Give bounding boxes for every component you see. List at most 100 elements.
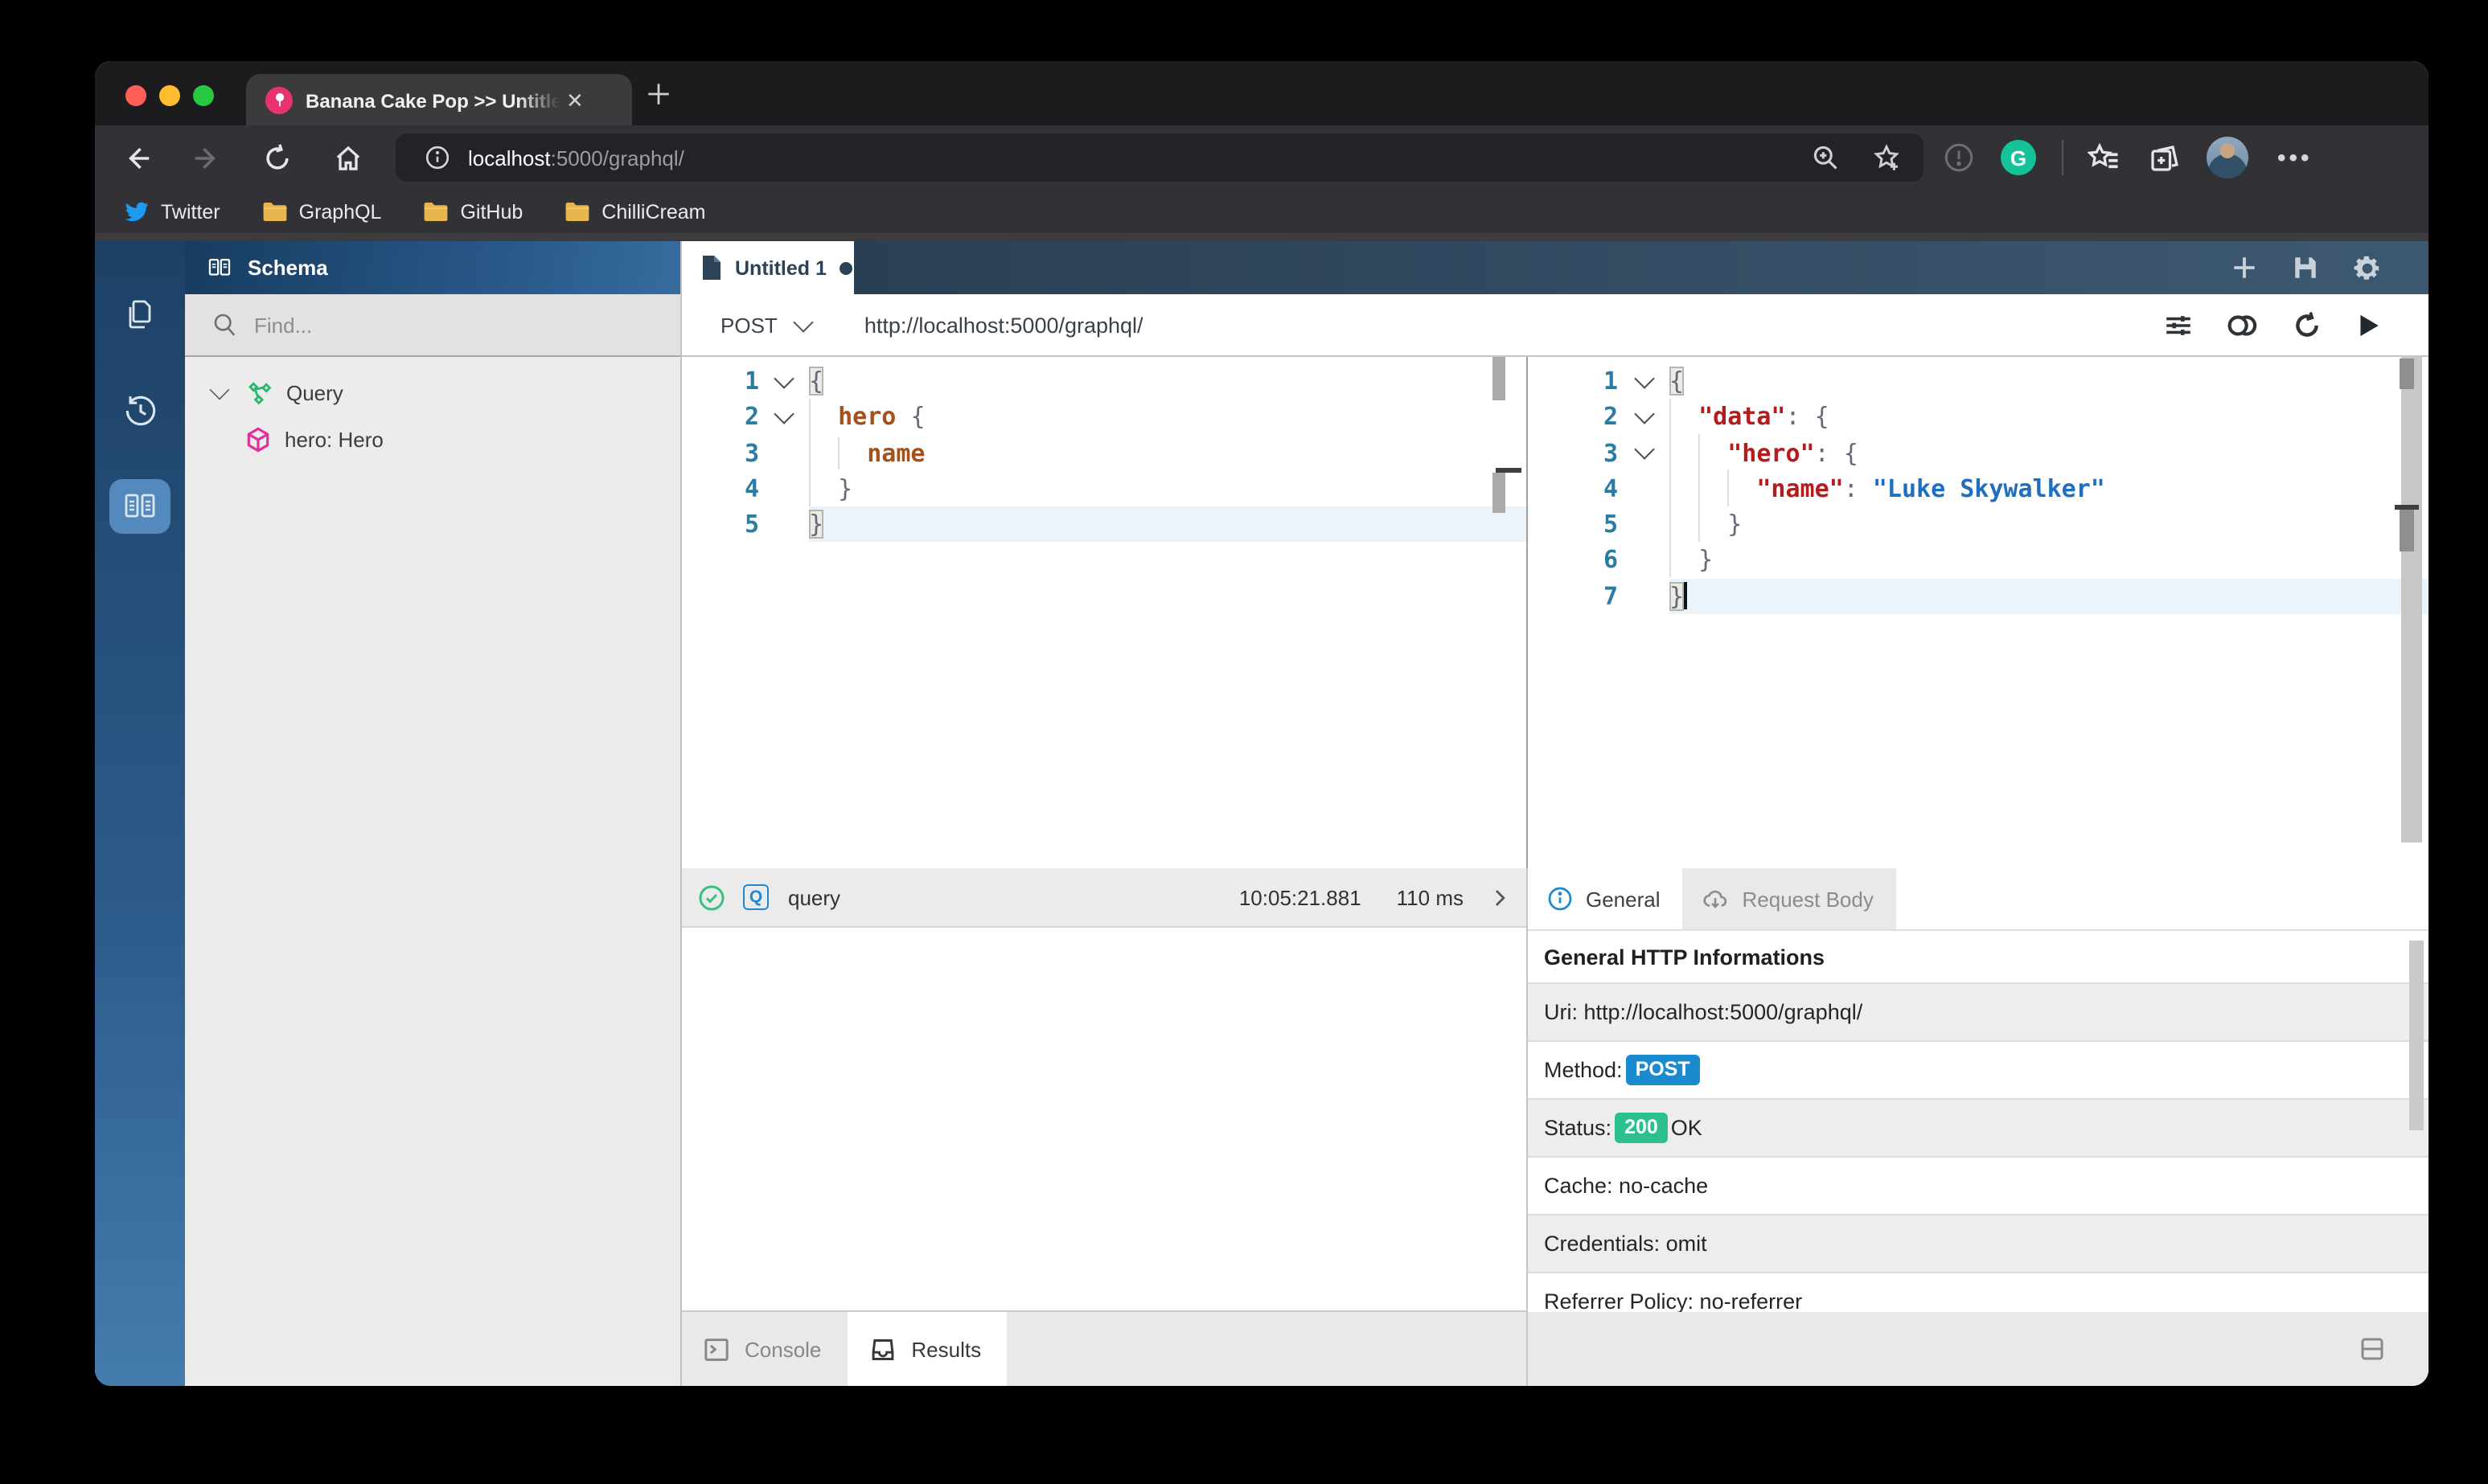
http-method-select[interactable]: POST [721,313,778,337]
refresh-icon[interactable] [2292,310,2322,340]
code-line[interactable]: 5} [682,506,1526,543]
fold-chevron-icon[interactable] [759,363,809,400]
tab-label: Console [745,1337,821,1361]
code-text: { [1669,363,2428,400]
bookmark-item[interactable]: GraphQL [262,200,382,223]
chevron-down-icon[interactable] [210,380,230,400]
browser-menu-icon[interactable]: ••• [2277,144,2313,171]
tab-request-body[interactable]: Request Body [1683,868,1896,929]
code-line[interactable]: 7} [1528,579,2428,615]
forward-icon[interactable] [190,141,222,174]
schema-book-icon[interactable] [109,479,170,534]
documents-icon[interactable] [109,286,170,341]
tree-item-label: Query [286,381,343,405]
zoom-in-icon[interactable] [1811,143,1840,172]
reload-icon[interactable] [261,141,293,174]
url-text[interactable]: localhost:5000/graphql/ [468,146,1811,170]
line-number: 4 [1528,471,1618,507]
profile-avatar[interactable] [2207,137,2248,178]
code-line[interactable]: 3 "hero": { [1528,435,2428,471]
home-icon[interactable] [331,141,363,174]
scrollbar-thumb[interactable] [2400,510,2414,551]
maximize-window-button[interactable] [193,85,214,106]
text-caret [1684,582,1687,609]
connection-toggle-icon[interactable] [2226,308,2260,342]
code-text: { [809,363,1526,400]
status-badge: POST [1626,1055,1700,1085]
browser-titlebar: Banana Cake Pop >> Untitled 1 ✕ [95,61,2428,125]
run-query-icon[interactable] [2355,311,2382,338]
close-tab-icon[interactable]: ✕ [566,89,584,110]
query-history-row[interactable]: Q query 10:05:21.881 110 ms [682,868,1526,928]
code-line[interactable]: 2 "data": { [1528,400,2428,436]
favorites-list-icon[interactable] [2088,141,2120,174]
query-editor[interactable]: 1{2 hero {3 name4 }5} [682,357,1528,868]
new-tab-button[interactable] [645,80,672,108]
site-info-icon[interactable] [425,145,450,170]
back-icon[interactable] [121,141,153,174]
code-line[interactable]: 1{ [682,363,1526,400]
fold-chevron-icon[interactable] [759,400,809,436]
bookmark-item[interactable]: GitHub [423,200,523,223]
fold-chevron-icon[interactable] [1618,400,1669,436]
grammarly-icon[interactable]: G [2001,140,2036,175]
new-document-icon[interactable] [2231,254,2258,281]
tab-title-fade [518,87,560,113]
browser-navbar: localhost:5000/graphql/ G [95,125,2428,190]
browser-tab[interactable]: Banana Cake Pop >> Untitled 1 ✕ [246,74,632,125]
editor-area: Untitled 1 [682,241,2428,1386]
scrollbar-thumb[interactable] [1492,357,1505,400]
response-editor[interactable]: 1{2 "data": {3 "hero": {4 "name": "Luke … [1528,357,2428,868]
bookmark-item[interactable]: Twitter [124,199,220,224]
settings-gear-icon[interactable] [2353,253,2382,282]
fold-gutter [759,471,809,507]
request-url-input[interactable]: http://localhost:5000/graphql/ [864,313,1143,337]
tab-results[interactable]: Results [847,1312,1007,1386]
scrollbar-track[interactable] [2401,357,2422,842]
schema-tree-item[interactable]: hero: Hero [185,416,680,463]
code-line[interactable]: 6 } [1528,543,2428,579]
bookmark-item[interactable]: ChilliCream [565,200,705,223]
extension-icon[interactable] [1943,141,1975,174]
response-details-panel: GeneralRequest Body General HTTP Informa… [1528,868,2428,1386]
results-list-body [682,928,1526,1310]
scrollbar-thumb[interactable] [2409,941,2424,1130]
add-favorite-icon[interactable] [1872,143,1901,172]
fold-chevron-icon[interactable] [1618,363,1669,400]
tab-general[interactable]: General [1528,868,1683,929]
document-tab-untitled-1[interactable]: Untitled 1 [682,241,854,294]
request-options-icon[interactable] [2163,310,2194,340]
line-number: 3 [1528,435,1618,471]
history-icon[interactable] [109,383,170,437]
chevron-down-icon[interactable] [794,312,814,332]
close-window-button[interactable] [125,85,146,106]
results-icon [868,1335,897,1363]
split-view-icon[interactable] [2359,1336,2385,1362]
collections-icon[interactable] [2149,141,2181,174]
line-number: 1 [1528,363,1618,400]
line-number: 1 [682,363,759,400]
schema-tree-item[interactable]: Query [185,370,680,416]
code-line[interactable]: 1{ [1528,363,2428,400]
bookmark-label: GraphQL [299,200,382,223]
save-icon[interactable] [2292,254,2319,281]
chevron-right-icon[interactable] [1489,887,1510,908]
status-badge: 200 [1615,1113,1668,1143]
success-check-icon [698,883,725,911]
code-line[interactable]: 4 "name": "Luke Skywalker" [1528,471,2428,507]
code-text: hero { [809,400,1526,436]
general-http-info: General HTTP Informations Uri: http://lo… [1528,931,2428,1312]
scrollbar-thumb[interactable] [2400,359,2414,389]
details-footer [1528,1312,2428,1386]
traffic-lights [125,85,214,106]
schema-find-input[interactable]: Find... [185,294,680,357]
scrollbar-thumb[interactable] [1492,473,1505,513]
fold-chevron-icon[interactable] [1618,435,1669,471]
address-bar[interactable]: localhost:5000/graphql/ [396,133,1923,182]
code-text: } [1669,506,2428,543]
code-line[interactable]: 5 } [1528,506,2428,543]
tab-console[interactable]: Console [682,1312,847,1386]
object-icon [244,426,272,453]
folder-icon [262,200,288,223]
minimize-window-button[interactable] [159,85,180,106]
